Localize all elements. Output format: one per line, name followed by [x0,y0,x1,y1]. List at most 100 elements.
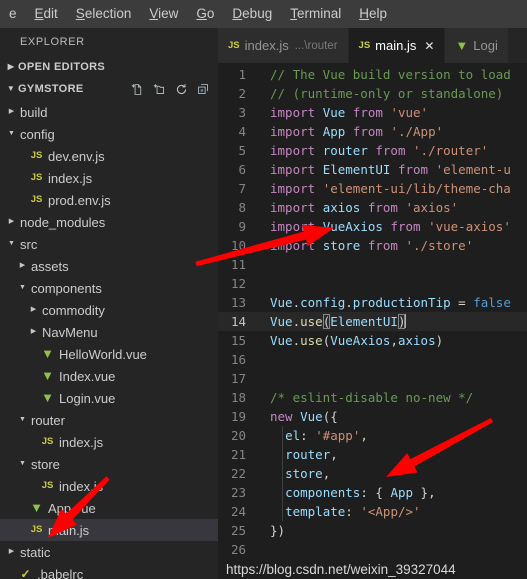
tree-item-label: components [31,280,102,296]
line-number: 14 [230,314,246,329]
menu-item-selection[interactable]: Selection [67,0,141,28]
tree-item-label: static [20,544,51,560]
menu-item-debug[interactable]: Debug [223,0,281,28]
vscode-window: e Edit Selection View Go Debug Terminal Help EX… [0,0,527,579]
editor-tab-path: ...\router [294,39,338,52]
collapse-all-icon[interactable] [197,83,210,96]
refresh-icon[interactable] [175,83,188,96]
line-number: 21 [230,447,246,462]
menu-item-e[interactable]: e [0,0,26,28]
tree-item-prod-env-js[interactable]: JS prod.env.js [0,189,218,211]
js-file-icon: JS [30,524,43,535]
tree-item-src[interactable]: ▼ src [0,233,218,255]
token-punc: }, [413,485,436,500]
line-number: 3 [238,105,246,120]
tree-item-main-js[interactable]: JS main.js [0,519,218,541]
tree-item-label: .babelrc [37,566,84,579]
js-file-icon: JS [41,436,54,447]
token-str: './App' [390,124,444,139]
token-var: VueAxios [330,333,391,348]
editor-tab-logi[interactable]: ▼ Logi [445,28,509,63]
token-var: ElementUI [330,314,398,329]
token-kw: import [270,105,323,120]
section-gymstore-label: GYMSTORE [18,83,84,95]
new-folder-icon[interactable] [153,83,166,96]
tree-item-node-modules[interactable]: ▶ node_modules [0,211,218,233]
new-file-icon[interactable] [131,83,144,96]
line-number: 8 [238,200,246,215]
menu-item-go[interactable]: Go [187,0,223,28]
tree-item-router[interactable]: ▼ router [0,409,218,431]
js-file-icon: JS [41,480,54,491]
tree-item-index-vue[interactable]: ▼ Index.vue [0,365,218,387]
tree-item-commodity[interactable]: ▶ commodity [0,299,218,321]
tree-item-config[interactable]: ▼ config [0,123,218,145]
code-text: // The Vue build version to load [258,65,527,84]
code-text: Vue.use(ElementUI) [258,312,527,331]
line-number: 12 [230,276,246,291]
code-text: import VueAxios from 'vue-axios' [258,217,527,236]
tree-item-navmenu[interactable]: ▶ NavMenu [0,321,218,343]
code-text: new Vue({ [258,407,527,426]
tree-item-index-js[interactable]: JS index.js [0,475,218,497]
tree-item-index-js[interactable]: JS index.js [0,167,218,189]
tree-item-label: HelloWorld.vue [59,346,147,362]
text-cursor [405,314,407,328]
tree-item-label: prod.env.js [48,192,111,208]
token-var: ElementUI [322,162,391,177]
token-var: Vue [270,295,293,310]
code-line: 21 router, [218,445,527,464]
menu-item-help[interactable]: Help [350,0,396,28]
tree-item-babelrc[interactable]: ✓ .babelrc [0,563,218,579]
code-text: import axios from 'axios' [258,198,527,217]
editor-tab-main-js[interactable]: JS main.js ✕ [348,28,446,63]
tree-item-store[interactable]: ▼ store [0,453,218,475]
code-text: el: '#app', [258,426,527,445]
tree-item-static[interactable]: ▶ static [0,541,218,563]
token-kw: from [390,219,421,234]
tree-item-assets[interactable]: ▶ assets [0,255,218,277]
editor-tab-label: Logi [473,38,498,53]
js-file-icon: JS [30,172,43,183]
token-kw: import [270,238,323,253]
section-gymstore[interactable]: ▼ GYMSTORE [0,78,218,100]
tree-item-app-vue[interactable]: ▼ App.vue [0,497,218,519]
tree-item-index-js[interactable]: JS index.js [0,431,218,453]
tree-item-components[interactable]: ▼ components [0,277,218,299]
indent-guide [282,426,283,521]
menu-item-terminal[interactable]: Terminal [281,0,350,28]
explorer-sidebar: EXPLORER ▶ OPEN EDITORS ▼ GYMSTORE ▶ bui… [0,28,218,579]
token-punc: . [292,333,301,348]
section-open-editors[interactable]: ▶ OPEN EDITORS [0,56,218,78]
close-icon[interactable]: ✕ [424,39,434,53]
token-var: App [390,485,414,500]
tree-item-login-vue[interactable]: ▼ Login.vue [0,387,218,409]
code-line: 22 store, [218,464,527,483]
vue-file-icon: ▼ [41,390,54,405]
tree-item-label: index.js [59,434,104,450]
tree-item-label: index.js [48,170,93,186]
menu-item-edit[interactable]: Edit [26,0,67,28]
editor-tab-index-js[interactable]: JS index.js ...\router [218,28,349,63]
line-number: 20 [230,428,246,443]
token-var: config [300,295,346,310]
code-editor[interactable]: 1 // The Vue build version to load 2 // (ru… [218,63,527,579]
tree-item-build[interactable]: ▶ build [0,101,218,123]
menu-item-view[interactable]: View [140,0,187,28]
tree-item-helloworld-vue[interactable]: ▼ HelloWorld.vue [0,343,218,365]
chevron-down-icon: ▼ [19,460,26,467]
tree-item-dev-env-js[interactable]: JS dev.env.js [0,145,218,167]
line-number: 11 [230,257,246,272]
code-line: 9 import VueAxios from 'vue-axios' [218,217,527,236]
token-punc: = [450,295,474,310]
token-punc: , [330,447,338,462]
